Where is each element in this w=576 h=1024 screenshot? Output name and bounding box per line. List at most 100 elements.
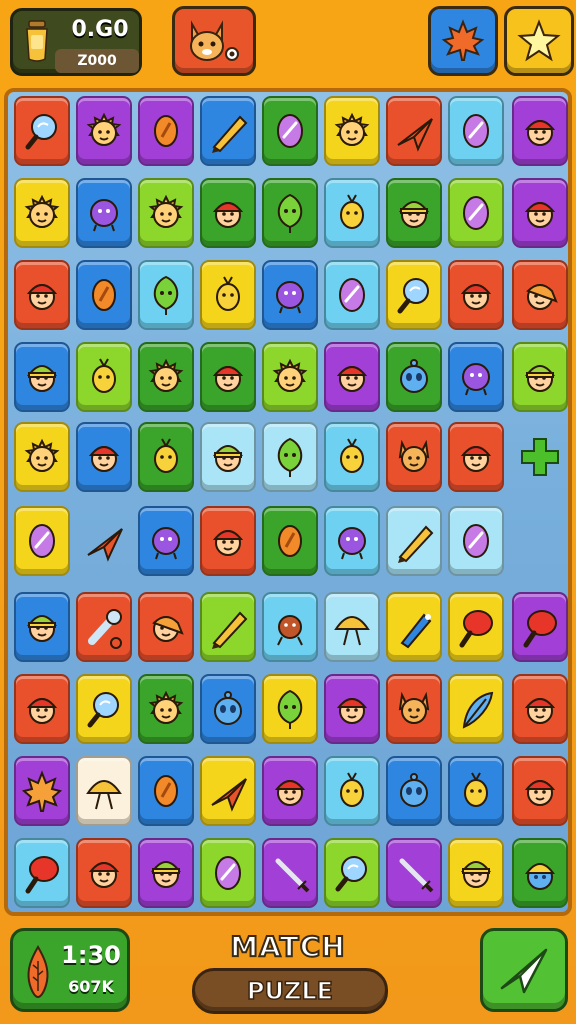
board-tile[interactable] [386, 506, 442, 576]
leaf-button[interactable] [428, 6, 498, 76]
board-tile[interactable] [138, 592, 194, 662]
board-tile[interactable] [14, 838, 70, 908]
board-tile[interactable] [200, 592, 256, 662]
board-tile[interactable] [200, 260, 256, 330]
board-tile[interactable] [14, 592, 70, 662]
loose-tile[interactable] [76, 506, 132, 576]
board-tile[interactable] [448, 342, 504, 412]
board-tile[interactable] [262, 178, 318, 248]
board-tile[interactable] [14, 260, 70, 330]
board-tile[interactable] [138, 756, 194, 826]
board-tile[interactable] [386, 260, 442, 330]
board-tile[interactable] [324, 674, 380, 744]
board-tile[interactable] [14, 506, 70, 576]
board-tile[interactable] [448, 260, 504, 330]
blob-creature-icon [276, 281, 304, 314]
board-tile[interactable] [512, 592, 568, 662]
cap-boy-icon [460, 446, 492, 472]
board-tile[interactable] [262, 422, 318, 492]
board-tile[interactable] [76, 674, 132, 744]
star-button[interactable] [504, 6, 574, 76]
board-tile[interactable] [386, 422, 442, 492]
board-tile[interactable] [448, 674, 504, 744]
blob-creature-icon [338, 527, 366, 560]
board-tile[interactable] [512, 838, 568, 908]
board-tile[interactable] [324, 96, 380, 166]
board-tile[interactable] [200, 178, 256, 248]
board-tile[interactable] [324, 260, 380, 330]
board-tile[interactable] [324, 592, 380, 662]
board-tile[interactable] [512, 674, 568, 744]
board-tile[interactable] [76, 838, 132, 908]
board-tile[interactable] [262, 674, 318, 744]
maple-leaf-icon [21, 770, 63, 812]
add-tile-button[interactable] [512, 422, 568, 492]
board-tile[interactable] [262, 96, 318, 166]
board-tile[interactable] [138, 96, 194, 166]
board-tile[interactable] [386, 96, 442, 166]
board-tile[interactable] [262, 838, 318, 908]
board-tile[interactable] [512, 96, 568, 166]
board-tile[interactable] [448, 96, 504, 166]
board-tile[interactable] [386, 838, 442, 908]
plane-button[interactable] [480, 928, 568, 1012]
beanie-boy-icon [461, 861, 491, 888]
board-tile[interactable] [14, 756, 70, 826]
board-tile[interactable] [324, 506, 380, 576]
pet-button[interactable] [172, 6, 256, 76]
board-tile[interactable] [512, 260, 568, 330]
board-tile[interactable] [262, 260, 318, 330]
board-tile[interactable] [76, 96, 132, 166]
board-tile[interactable] [386, 756, 442, 826]
board-tile[interactable] [386, 592, 442, 662]
board-tile[interactable] [262, 506, 318, 576]
board-tile[interactable] [324, 756, 380, 826]
board-tile[interactable] [262, 592, 318, 662]
board-tile[interactable] [76, 756, 132, 826]
board-tile[interactable] [324, 838, 380, 908]
board-tile[interactable] [512, 342, 568, 412]
board-tile[interactable] [14, 674, 70, 744]
board-tile[interactable] [386, 342, 442, 412]
blob-creature-icon [90, 199, 118, 232]
board-tile[interactable] [138, 422, 194, 492]
board-tile[interactable] [512, 756, 568, 826]
board-tile[interactable] [512, 178, 568, 248]
board-tile[interactable] [138, 674, 194, 744]
board-tile[interactable] [138, 838, 194, 908]
board-tile[interactable] [324, 178, 380, 248]
board-tile[interactable] [448, 178, 504, 248]
board-tile[interactable] [14, 422, 70, 492]
plus-icon [521, 438, 559, 476]
board-tile[interactable] [200, 674, 256, 744]
board-tile[interactable] [448, 838, 504, 908]
board-tile[interactable] [386, 178, 442, 248]
board-tile[interactable] [200, 838, 256, 908]
board-tile[interactable] [76, 342, 132, 412]
board-tile[interactable] [14, 178, 70, 248]
board-tile[interactable] [14, 96, 70, 166]
board-tile[interactable] [262, 342, 318, 412]
board-tile[interactable] [324, 342, 380, 412]
board-tile[interactable] [448, 756, 504, 826]
board-tile[interactable] [200, 342, 256, 412]
board-tile[interactable] [76, 422, 132, 492]
board-tile[interactable] [138, 260, 194, 330]
board-tile[interactable] [448, 422, 504, 492]
board-tile[interactable] [138, 342, 194, 412]
board-tile[interactable] [386, 674, 442, 744]
board-tile[interactable] [138, 506, 194, 576]
board-tile[interactable] [448, 506, 504, 576]
board-tile[interactable] [200, 96, 256, 166]
board-tile[interactable] [200, 756, 256, 826]
board-tile[interactable] [200, 422, 256, 492]
board-tile[interactable] [14, 342, 70, 412]
board-tile[interactable] [76, 592, 132, 662]
board-tile[interactable] [76, 178, 132, 248]
board-tile[interactable] [138, 178, 194, 248]
board-tile[interactable] [324, 422, 380, 492]
board-tile[interactable] [76, 260, 132, 330]
board-tile[interactable] [200, 506, 256, 576]
board-tile[interactable] [448, 592, 504, 662]
board-tile[interactable] [262, 756, 318, 826]
